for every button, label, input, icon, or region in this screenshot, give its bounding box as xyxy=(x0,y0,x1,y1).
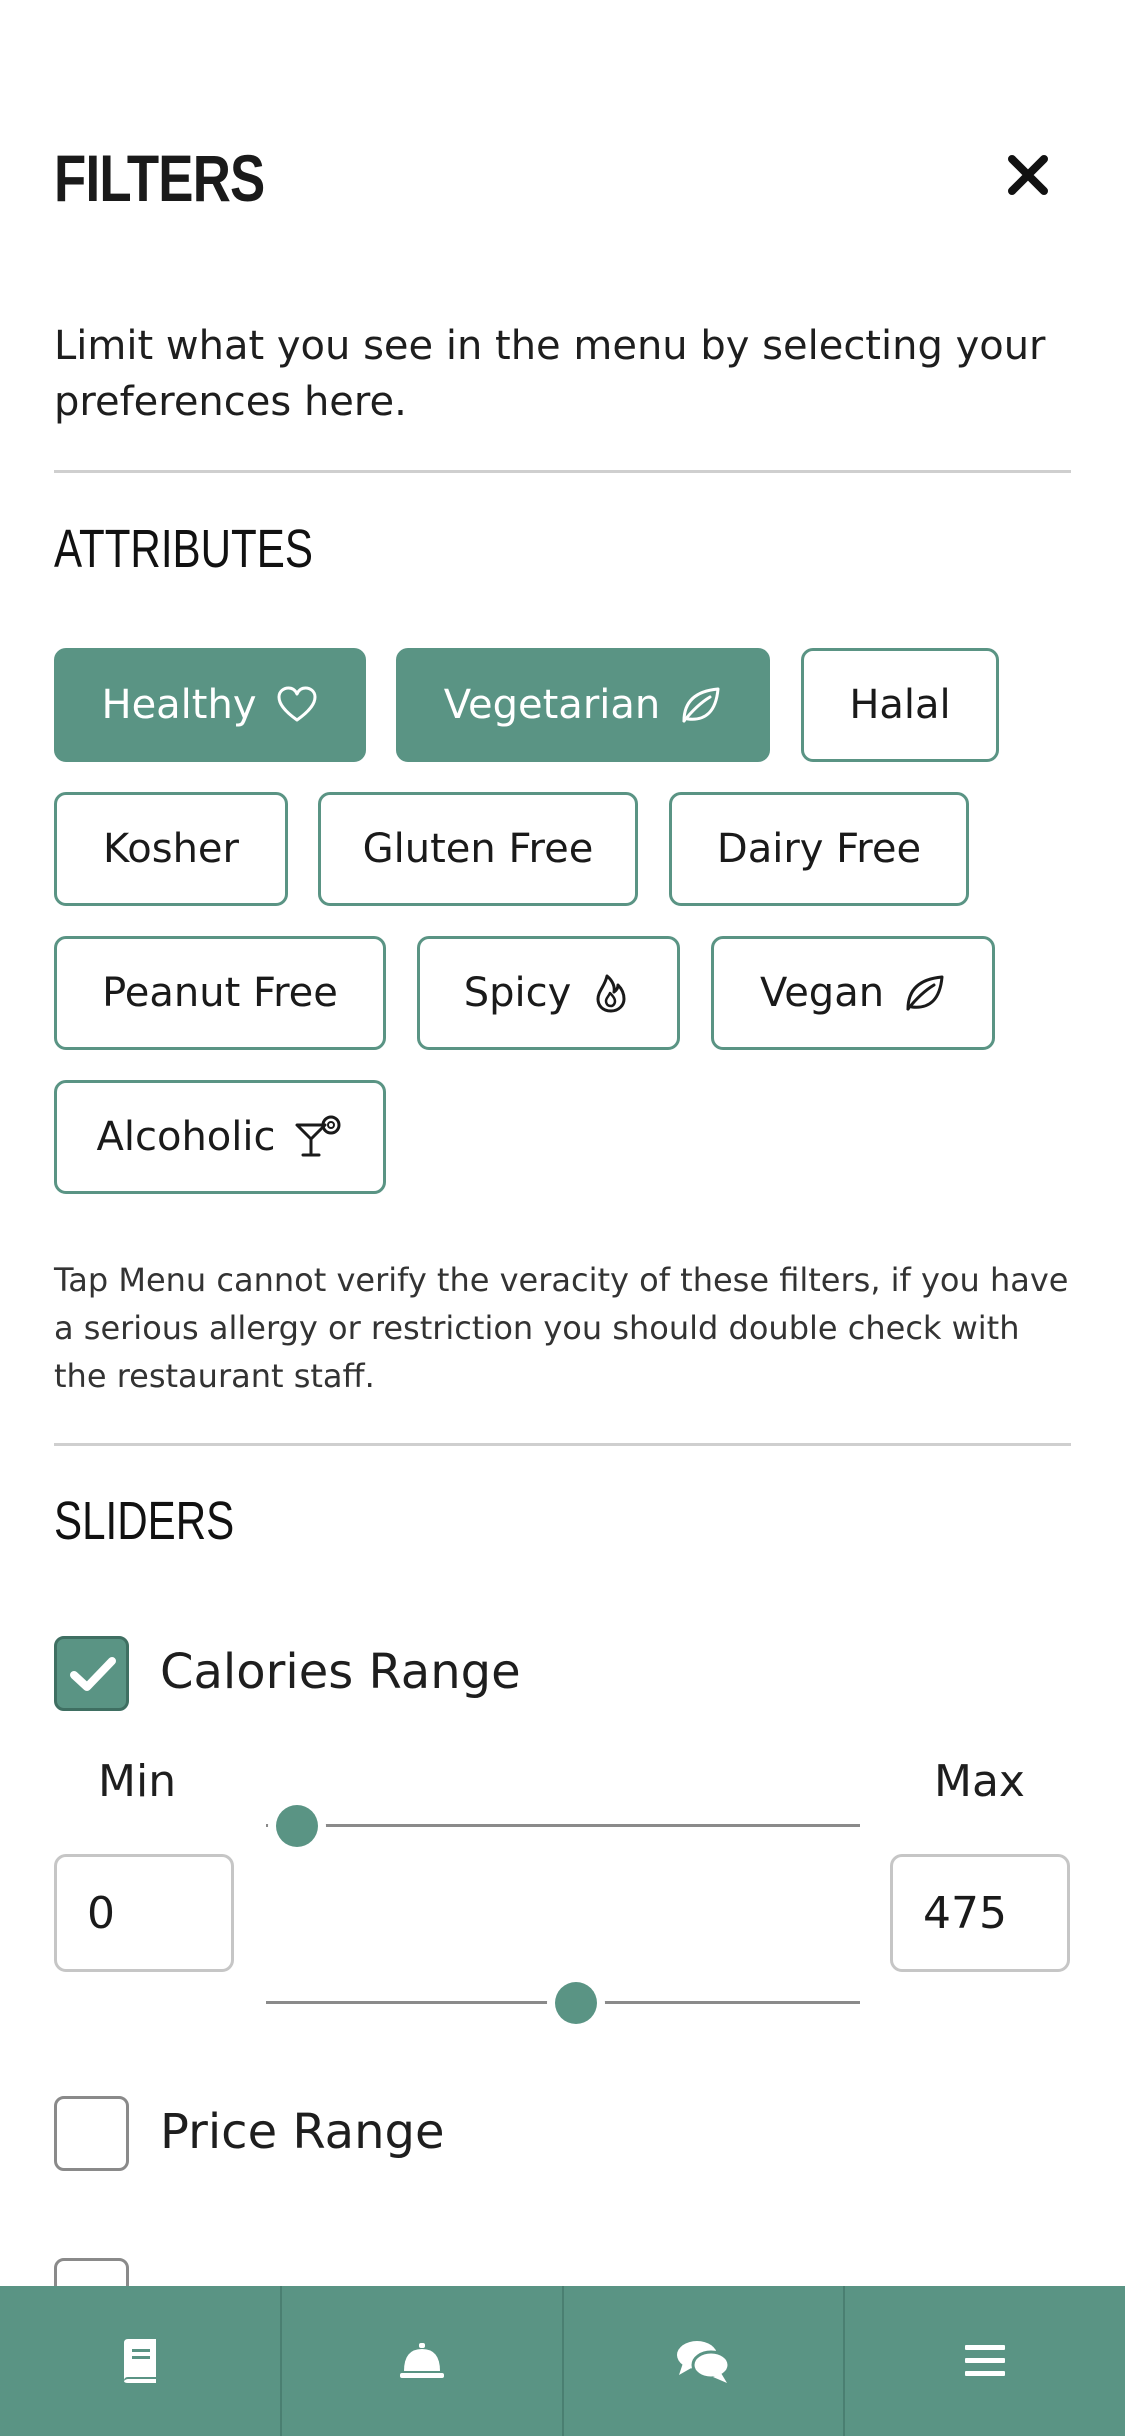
filters-screen: FILTERS Limit what you see in the menu b… xyxy=(0,0,1125,2436)
price-range-checkbox[interactable] xyxy=(54,2096,129,2171)
checkmark-icon xyxy=(70,1657,116,1691)
flame-icon xyxy=(596,974,626,1013)
heart-icon xyxy=(277,686,317,722)
chip-dairy-free[interactable]: Dairy Free xyxy=(669,792,969,906)
sliders-title: SLIDERS xyxy=(54,1491,235,1551)
chip-label: Dairy Free xyxy=(716,826,922,872)
tab-chat[interactable] xyxy=(564,2286,846,2436)
chip-label: Healthy xyxy=(101,682,257,728)
chip-label: Kosher xyxy=(103,826,239,872)
chip-label: Peanut Free xyxy=(102,970,338,1016)
calories-min-slider-thumb[interactable] xyxy=(276,1805,318,1847)
chip-kosher[interactable]: Kosher xyxy=(54,792,288,906)
hamburger-menu-icon xyxy=(965,2345,1006,2376)
calories-min-slider-track[interactable] xyxy=(266,1824,860,1827)
calories-min-input[interactable] xyxy=(54,1854,234,1972)
cocktail-icon xyxy=(295,1115,341,1157)
chip-label: Halal xyxy=(849,682,951,728)
chip-alcoholic[interactable]: Alcoholic xyxy=(54,1080,386,1194)
calories-max-input[interactable] xyxy=(890,1854,1070,1972)
tab-service[interactable] xyxy=(282,2286,564,2436)
disclaimer-text: Tap Menu cannot verify the veracity of t… xyxy=(54,1261,1069,1395)
divider xyxy=(54,1443,1071,1446)
chip-peanut-free[interactable]: Peanut Free xyxy=(54,936,386,1050)
price-range-label: Price Range xyxy=(160,2104,445,2160)
close-button[interactable] xyxy=(1005,152,1051,198)
chip-label: Alcoholic xyxy=(96,1114,276,1160)
book-icon xyxy=(123,2339,156,2383)
chip-label: Spicy xyxy=(463,970,572,1016)
chip-healthy[interactable]: Healthy xyxy=(54,648,366,762)
chip-vegetarian[interactable]: Vegetarian xyxy=(396,648,770,762)
tab-more[interactable] xyxy=(845,2286,1125,2436)
chip-vegan[interactable]: Vegan xyxy=(711,936,995,1050)
chip-halal[interactable]: Halal xyxy=(801,648,999,762)
bottom-tab-bar xyxy=(0,2286,1125,2436)
chip-label: Vegan xyxy=(759,970,885,1016)
calories-range-label: Calories Range xyxy=(160,1644,521,1700)
leaf-icon xyxy=(682,687,720,723)
service-bell-icon xyxy=(399,2343,444,2378)
chip-label: Gluten Free xyxy=(362,826,594,872)
max-label: Max xyxy=(934,1756,1025,1807)
chat-bubbles-icon xyxy=(677,2341,731,2383)
min-label: Min xyxy=(98,1756,177,1807)
page-title: FILTERS xyxy=(54,141,265,215)
tab-menu[interactable] xyxy=(0,2286,282,2436)
chip-gluten-free[interactable]: Gluten Free xyxy=(318,792,638,906)
intro-text: Limit what you see in the menu by select… xyxy=(54,323,1046,425)
leaf-icon xyxy=(906,975,944,1011)
calories-range-checkbox[interactable] xyxy=(54,1636,129,1711)
chip-spicy[interactable]: Spicy xyxy=(417,936,680,1050)
calories-max-slider-thumb[interactable] xyxy=(555,1982,597,2024)
chip-label: Vegetarian xyxy=(443,682,661,728)
divider xyxy=(54,470,1071,473)
attributes-title: ATTRIBUTES xyxy=(54,519,313,579)
close-icon xyxy=(1008,155,1048,195)
